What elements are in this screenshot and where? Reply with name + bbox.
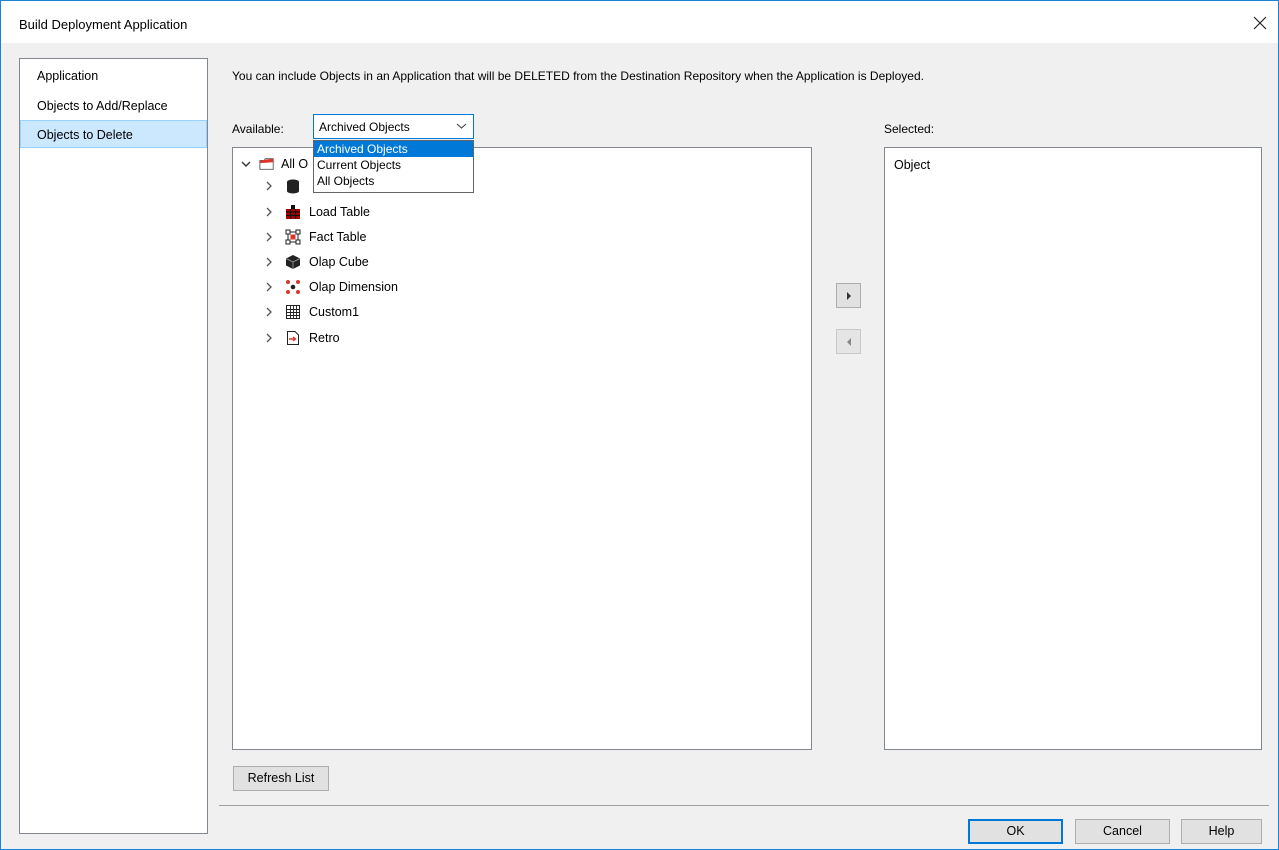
combo-value: Archived Objects: [319, 120, 410, 134]
nav-item-objects-to-delete[interactable]: Objects to Delete: [20, 120, 207, 148]
tree-item-label: Custom1: [309, 305, 360, 319]
selected-list[interactable]: Object: [884, 147, 1262, 750]
chevron-down-icon[interactable]: [456, 122, 467, 130]
olap-cube-icon: [285, 255, 301, 269]
help-button[interactable]: Help: [1181, 819, 1262, 844]
remove-selected-button[interactable]: [836, 329, 861, 354]
fact-table-icon: [285, 229, 301, 245]
object-filter-dropdown: Archived Objects Current Objects All Obj…: [313, 140, 474, 193]
olap-dimension-icon: [286, 280, 300, 294]
list-item[interactable]: Object: [894, 158, 930, 172]
nav-item-objects-to-add-replace[interactable]: Objects to Add/Replace: [20, 91, 207, 119]
ok-button[interactable]: OK: [968, 819, 1063, 844]
nav-list: Application Objects to Add/Replace Objec…: [19, 58, 208, 834]
triangle-right-icon: [846, 292, 851, 300]
nav-item-label: Objects to Add/Replace: [37, 99, 168, 113]
tree-item[interactable]: Olap Cube: [265, 252, 565, 274]
chevron-right-icon[interactable]: [265, 282, 273, 292]
dropdown-option-archived-objects[interactable]: Archived Objects: [314, 141, 473, 157]
folder-icon: [259, 158, 274, 170]
title-bar: Build Deployment Application: [1, 1, 1278, 43]
chevron-down-icon[interactable]: [241, 160, 251, 168]
refresh-list-button[interactable]: Refresh List: [233, 766, 329, 791]
add-selected-button[interactable]: [836, 283, 861, 308]
available-tree[interactable]: All O Load Table Fact Table Olap Cube Ol…: [232, 147, 812, 750]
tree-item[interactable]: Retro: [265, 328, 565, 350]
chevron-right-icon[interactable]: [265, 307, 273, 317]
chevron-right-icon[interactable]: [265, 333, 273, 343]
tree-item-label: Olap Cube: [309, 255, 369, 269]
window-title: Build Deployment Application: [19, 17, 188, 32]
separator: [219, 805, 1269, 806]
retro-icon: [287, 331, 299, 345]
chevron-right-icon[interactable]: [265, 207, 273, 217]
description-text: You can include Objects in an Applicatio…: [232, 69, 924, 83]
tree-item[interactable]: Fact Table: [265, 227, 565, 249]
tree-item-label: Load Table: [309, 205, 370, 219]
dialog-window: Build Deployment Application Application…: [0, 0, 1279, 850]
nav-item-label: Objects to Delete: [37, 128, 133, 142]
tree-item-label: Olap Dimension: [309, 280, 398, 294]
database-icon: [287, 179, 299, 194]
grid-icon: [286, 305, 300, 319]
dropdown-option-current-objects[interactable]: Current Objects: [314, 157, 473, 173]
tree-root[interactable]: All O: [239, 154, 319, 174]
tree-item[interactable]: Olap Dimension: [265, 277, 565, 299]
tree-item-label: Retro: [309, 331, 340, 345]
nav-item-label: Application: [37, 69, 99, 83]
tree-item[interactable]: Load Table: [265, 202, 565, 224]
chevron-right-icon[interactable]: [265, 257, 273, 267]
close-icon: [1253, 16, 1267, 30]
load-table-icon: [286, 205, 300, 219]
tree-item-label: Fact Table: [309, 230, 367, 244]
object-filter-combo[interactable]: Archived Objects: [313, 114, 474, 139]
dropdown-option-all-objects[interactable]: All Objects: [314, 173, 473, 189]
tree-item[interactable]: Custom1: [265, 302, 565, 324]
chevron-right-icon[interactable]: [265, 181, 273, 191]
triangle-left-icon: [846, 338, 851, 346]
tree-root-label: All O: [281, 157, 309, 171]
close-button[interactable]: [1248, 12, 1272, 36]
selected-label: Selected:: [884, 122, 935, 136]
nav-item-application[interactable]: Application: [20, 61, 207, 89]
chevron-right-icon[interactable]: [265, 232, 273, 242]
cancel-button[interactable]: Cancel: [1075, 819, 1170, 844]
available-label: Available:: [232, 122, 284, 136]
